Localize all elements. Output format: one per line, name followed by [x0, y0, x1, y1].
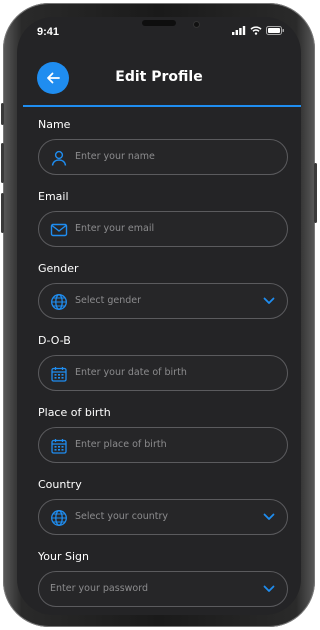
- place-of-birth-input-placeholder: Enter place of birth: [75, 439, 167, 450]
- gender-select[interactable]: Select gender: [38, 283, 288, 319]
- mail-icon: [50, 223, 68, 237]
- email-field[interactable]: Enter your email: [38, 211, 288, 247]
- calendar-icon: [51, 367, 67, 382]
- status-time: 9:41: [37, 26, 60, 38]
- wifi-icon: [250, 26, 262, 35]
- gender-label: Gender: [38, 262, 79, 275]
- mute-switch: [1, 103, 4, 125]
- app-screen: 9:41 Edit Profile Name Enter your name E…: [17, 17, 301, 615]
- your-sign-label: Your Sign: [38, 550, 89, 563]
- dob-field[interactable]: Enter your date of birth: [38, 355, 288, 391]
- email-label: Email: [38, 190, 69, 203]
- chevron-down-icon: [263, 513, 275, 520]
- chevron-down-icon: [263, 297, 275, 304]
- app-header: Edit Profile: [17, 47, 301, 107]
- calendar-icon: [51, 439, 67, 454]
- email-input-placeholder: Enter your email: [75, 223, 155, 234]
- country-label: Country: [38, 478, 82, 491]
- volume-up-button: [1, 143, 4, 183]
- speaker-notch: [142, 20, 176, 26]
- name-field[interactable]: Enter your name: [38, 139, 288, 175]
- battery-icon: [266, 26, 284, 35]
- power-button: [314, 163, 317, 223]
- person-icon: [51, 150, 67, 166]
- page-title: Edit Profile: [115, 69, 203, 85]
- status-icons: [232, 26, 285, 35]
- phone-frame: 9:41 Edit Profile Name Enter your name E…: [1, 3, 317, 627]
- chevron-down-icon: [263, 585, 275, 592]
- globe-icon: [51, 294, 67, 310]
- your-sign-select[interactable]: Enter your password: [38, 571, 288, 607]
- gender-select-placeholder: Select gender: [75, 295, 142, 306]
- globe-icon: [51, 510, 67, 526]
- status-bar: 9:41: [17, 17, 301, 47]
- signal-icon: [232, 26, 246, 35]
- country-select-placeholder: Select your country: [75, 511, 169, 522]
- volume-down-button: [1, 193, 4, 233]
- header-divider: [23, 105, 301, 107]
- country-select[interactable]: Select your country: [38, 499, 288, 535]
- name-input-placeholder: Enter your name: [75, 151, 155, 162]
- place-of-birth-label: Place of birth: [38, 406, 111, 419]
- name-label: Name: [38, 118, 71, 131]
- dob-label: D-O-B: [38, 334, 71, 347]
- place-of-birth-field[interactable]: Enter place of birth: [38, 427, 288, 463]
- camera-dot: [193, 21, 200, 28]
- your-sign-placeholder: Enter your password: [50, 583, 149, 594]
- dob-input-placeholder: Enter your date of birth: [75, 367, 187, 378]
